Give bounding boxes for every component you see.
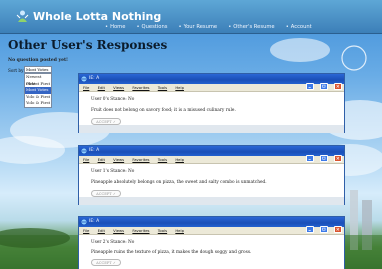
logo-icon	[16, 10, 29, 22]
window-bottom-bar	[79, 125, 344, 133]
top-nav: Home Questions Your Resume Other's Resum…	[105, 13, 318, 32]
sort-option-selected[interactable]: Most Votes	[25, 87, 51, 94]
window-bottom-bar	[79, 197, 344, 205]
nav-your-resume-link[interactable]: Your Resume	[179, 24, 218, 30]
answer-text: Fruit does not belong on savory food; it…	[91, 108, 236, 113]
maximize-button[interactable]	[319, 226, 328, 233]
close-button[interactable]	[334, 226, 342, 233]
menu-edit[interactable]: Edit	[98, 228, 105, 233]
user-stance: User 0's Stance: No	[91, 97, 135, 102]
menu-help[interactable]: Help	[175, 85, 184, 90]
window-content: User 1's Stance: No Pineapple absolutely…	[79, 164, 344, 205]
accept-button[interactable]: ACCEPT ✓	[91, 118, 121, 125]
accept-button[interactable]: ACCEPT ✓	[91, 259, 121, 266]
menu-favorites[interactable]: Favorites	[132, 228, 149, 233]
menu-favorites[interactable]: Favorites	[132, 157, 149, 162]
window-title: IE: A	[89, 76, 100, 81]
ie-icon	[81, 148, 87, 154]
maximize-button[interactable]	[319, 83, 328, 90]
nav-questions-link[interactable]: Questions	[136, 24, 167, 30]
menu-file[interactable]: File	[83, 228, 89, 233]
minimize-button[interactable]	[305, 155, 314, 162]
menu-help[interactable]: Help	[175, 157, 184, 162]
window-titlebar[interactable]: IE: A	[79, 146, 344, 162]
ie-icon	[81, 219, 87, 225]
answer-text: Pineapple ruins the texture of pizza, it…	[91, 250, 252, 255]
minimize-button[interactable]	[305, 83, 314, 90]
menu-tools[interactable]: Tools	[158, 228, 167, 233]
menu-help[interactable]: Help	[175, 228, 184, 233]
response-window: IE: A File Edit Views Favorites Tools He…	[78, 145, 345, 205]
menu-file[interactable]: File	[83, 85, 89, 90]
menu-tools[interactable]: Tools	[158, 157, 167, 162]
response-window: IE: A File Edit Views Favorites Tools He…	[78, 216, 345, 269]
window-content: User 0's Stance: No Fruit does not belon…	[79, 92, 344, 133]
close-button[interactable]	[334, 83, 342, 90]
nav-others-resume-link[interactable]: Other's Resume	[228, 24, 274, 30]
menu-edit[interactable]: Edit	[98, 157, 105, 162]
sort-label: Sort by:	[8, 68, 25, 73]
response-window: IE: A File Edit Views Favorites Tools He…	[78, 73, 345, 133]
menu-views[interactable]: Views	[113, 228, 124, 233]
window-title: IE: A	[89, 219, 100, 224]
close-button[interactable]	[334, 155, 342, 162]
maximize-button[interactable]	[319, 155, 328, 162]
sort-option[interactable]: Yolo & First	[25, 100, 51, 107]
menu-file[interactable]: File	[83, 157, 89, 162]
window-title: IE: A	[89, 148, 100, 153]
nav-home-link[interactable]: Home	[105, 24, 125, 30]
no-question-message: No question posted yet!	[8, 58, 68, 63]
menu-views[interactable]: Views	[113, 157, 124, 162]
minimize-button[interactable]	[305, 226, 314, 233]
menu-views[interactable]: Views	[113, 85, 124, 90]
user-stance: User 2's Stance: No	[91, 240, 135, 245]
sort-select[interactable]: Most Votes	[24, 66, 52, 73]
ie-icon	[81, 76, 87, 82]
nav-account-link[interactable]: Account	[286, 24, 312, 30]
menu-edit[interactable]: Edit	[98, 85, 105, 90]
window-titlebar[interactable]: IE: A	[79, 74, 344, 90]
menu-tools[interactable]: Tools	[158, 85, 167, 90]
window-titlebar[interactable]: IE: A	[79, 217, 344, 233]
user-stance: User 1's Stance: No	[91, 169, 135, 174]
accept-button[interactable]: ACCEPT ✓	[91, 190, 121, 197]
page-title: Other User's Responses	[8, 38, 168, 52]
top-header-bar: Whole Lotta Nothing Home Questions Your …	[0, 0, 382, 34]
sort-dropdown-list: Newest First Oldest First Most Votes Yol…	[24, 73, 52, 108]
menu-favorites[interactable]: Favorites	[132, 85, 149, 90]
answer-text: Pineapple absolutely belongs on pizza, t…	[91, 180, 267, 185]
window-content: User 2's Stance: No Pineapple ruins the …	[79, 235, 344, 269]
